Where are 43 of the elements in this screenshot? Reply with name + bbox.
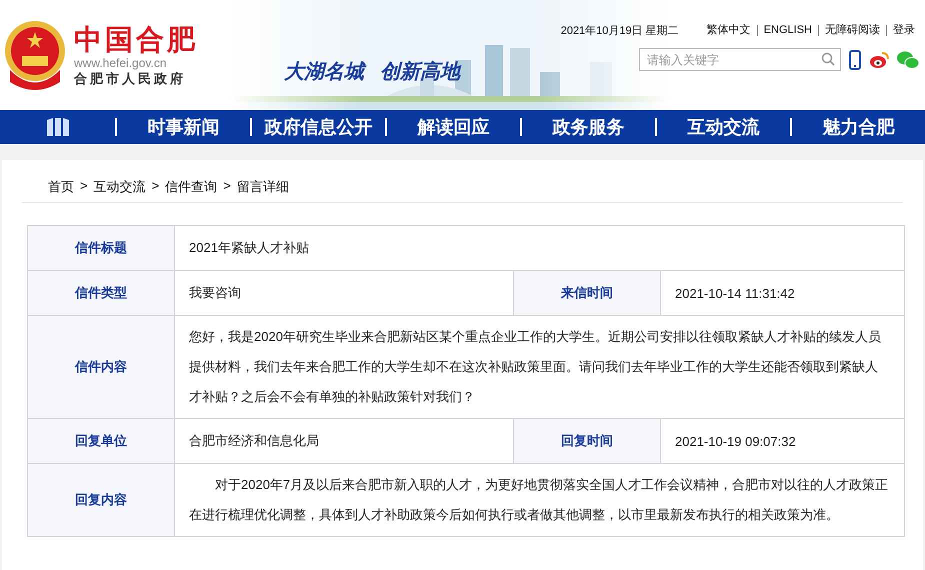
breadcrumb-separator: >: [223, 178, 231, 195]
search-field[interactable]: 请输入关键字: [639, 48, 841, 71]
nav-item[interactable]: 政府信息公开: [250, 118, 385, 136]
search-icon[interactable]: [821, 52, 835, 66]
breadcrumb-link[interactable]: 首页: [48, 178, 74, 202]
breadcrumb-link[interactable]: 留言详细: [236, 178, 289, 202]
nav-item[interactable]: 政务服务: [520, 118, 655, 136]
field-label: 信件类型: [28, 270, 174, 316]
breadcrumb-separator: >: [80, 178, 88, 195]
field-label: 回复内容: [28, 464, 174, 536]
nav-item[interactable]: 互动交流: [655, 118, 790, 136]
field-value: 2021-10-14 11:31:42: [660, 270, 904, 316]
date-text: 2021年10月19日 星期二: [560, 24, 679, 38]
breadcrumb-link[interactable]: 信件查询: [165, 178, 218, 202]
emblem-icon: [4, 20, 66, 90]
field-label: 回复单位: [28, 418, 174, 464]
field-label: 信件标题: [28, 226, 174, 270]
header-link[interactable]: 繁体中文: [700, 25, 757, 36]
header-link[interactable]: 登录: [886, 25, 921, 36]
field-value: 2021-10-19 09:07:32: [660, 418, 904, 464]
organization-name: 合肥市人民政府: [74, 70, 187, 86]
book-icon[interactable]: [44, 116, 70, 138]
phone-icon[interactable]: [849, 50, 861, 70]
field-label: 信件内容: [28, 316, 174, 418]
nav-item[interactable]: 时事新闻: [115, 118, 250, 136]
field-value: 合肥市经济和信息化局: [174, 418, 514, 464]
reply-content: 对于2020年7月及以后来合肥市新入职的人才，为更好地贯彻落实全国人才工作会议精神，合肥市对以往的人才政策正在进行梳理优化调整，具体到人才补助政策今后如何执行或者做其他调整，以市里最新发布执行的相关政策为准。: [174, 464, 904, 536]
field-value: 2021年紧缺人才补贴: [174, 226, 904, 270]
slogan: 创新高地: [380, 60, 460, 82]
chat-icon[interactable]: [897, 50, 919, 68]
breadcrumb-link[interactable]: 互动交流: [94, 178, 146, 202]
slogan: 大湖名城: [284, 58, 364, 82]
letter-content: 您好，我是2020年研究生毕业来合肥新站区某个重点企业工作的大学生。近期公司安排以往领取紧缺人才补贴的续发人员提供材料，我们去年来合肥工作的大学生却不在这次补贴政策里面。请问我们去年毕业工作的大学生还能否领取到紧缺人才补贴？之后会不会有单独的补贴政策针对我们？: [174, 316, 904, 418]
header-link[interactable]: 无障碍阅读: [818, 25, 886, 36]
breadcrumb-separator: >: [152, 178, 160, 195]
field-label: 回复时间: [514, 418, 660, 464]
nav-item[interactable]: 解读回应: [385, 118, 520, 136]
header-link[interactable]: ENGLISH: [756, 25, 818, 36]
field-label: 来信时间: [514, 270, 660, 316]
nav-item[interactable]: 魅力合肥: [790, 118, 925, 136]
field-value: 我要咨询: [174, 270, 514, 316]
site-url: www.hefei.gov.cn: [74, 56, 168, 70]
site-title: 中国合肥: [74, 24, 198, 56]
